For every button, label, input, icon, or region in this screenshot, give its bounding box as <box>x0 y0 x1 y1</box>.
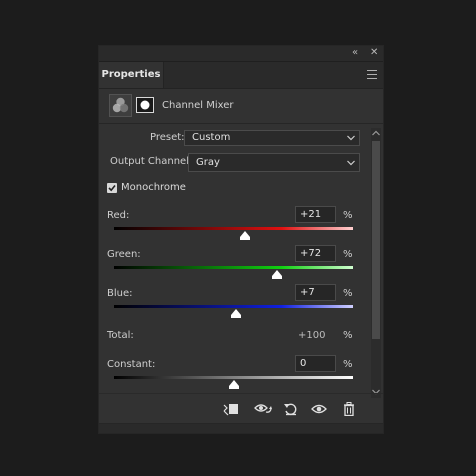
chevron-down-icon <box>347 135 355 141</box>
blue-value-input[interactable]: +7 <box>295 284 336 301</box>
green-slider-thumb[interactable] <box>271 270 282 279</box>
delete-icon[interactable] <box>341 402 357 416</box>
view-previous-state-icon[interactable] <box>254 402 273 416</box>
vertical-scrollbar[interactable] <box>371 128 381 398</box>
adjustment-title: Channel Mixer <box>162 100 234 111</box>
adjustment-header: Channel Mixer <box>99 89 383 124</box>
green-slider-track[interactable] <box>114 266 353 269</box>
constant-slider-track[interactable] <box>114 376 353 379</box>
constant-unit: % <box>343 359 353 370</box>
preset-select[interactable]: Custom <box>184 130 360 146</box>
red-slider-track[interactable] <box>114 227 353 230</box>
output-channel-value: Gray <box>196 157 220 168</box>
total-unit: % <box>343 330 353 341</box>
properties-panel: « ✕ Properties Channel Mixer Preset: Cus… <box>98 45 384 434</box>
red-unit: % <box>343 210 353 221</box>
output-channel-label: Output Channel: <box>110 156 193 167</box>
constant-label: Constant: <box>107 359 156 370</box>
red-value-input[interactable]: +21 <box>295 206 336 223</box>
close-icon[interactable]: ✕ <box>370 47 378 59</box>
green-label: Green: <box>107 249 141 260</box>
reset-icon[interactable] <box>283 402 299 416</box>
preset-value: Custom <box>192 132 231 143</box>
channel-mixer-icon[interactable] <box>109 94 132 117</box>
preset-label: Preset: <box>150 132 185 143</box>
green-value-input[interactable]: +72 <box>295 245 336 262</box>
red-slider-thumb[interactable] <box>240 231 251 240</box>
blue-unit: % <box>343 288 353 299</box>
green-unit: % <box>343 249 353 260</box>
panel-menu-icon[interactable] <box>367 70 377 79</box>
clip-to-layer-icon[interactable] <box>223 402 239 416</box>
checkmark-icon <box>108 184 116 192</box>
blue-label: Blue: <box>107 288 133 299</box>
total-value: +100 <box>298 330 326 341</box>
panel-resize-grip[interactable] <box>99 423 383 433</box>
blue-slider-track[interactable] <box>114 305 353 308</box>
visibility-icon[interactable] <box>311 402 327 416</box>
monochrome-label: Monochrome <box>121 182 186 193</box>
constant-slider-thumb[interactable] <box>228 380 239 389</box>
scrollbar-thumb[interactable] <box>372 141 380 339</box>
collapse-icon[interactable]: « <box>352 47 358 59</box>
output-channel-select[interactable]: Gray <box>188 153 360 172</box>
monochrome-checkbox[interactable] <box>107 183 117 193</box>
blue-slider-thumb[interactable] <box>230 309 241 318</box>
panel-titlebar: « ✕ <box>99 46 383 62</box>
constant-value-input[interactable]: 0 <box>295 355 336 372</box>
tab-bar: Properties <box>99 62 383 89</box>
tab-properties[interactable]: Properties <box>99 62 164 88</box>
chevron-down-icon <box>347 160 355 166</box>
total-label: Total: <box>107 330 134 341</box>
footer-toolbar <box>99 393 383 424</box>
layer-mask-icon[interactable] <box>136 97 154 113</box>
red-label: Red: <box>107 210 130 221</box>
scroll-up-icon[interactable] <box>372 130 380 136</box>
